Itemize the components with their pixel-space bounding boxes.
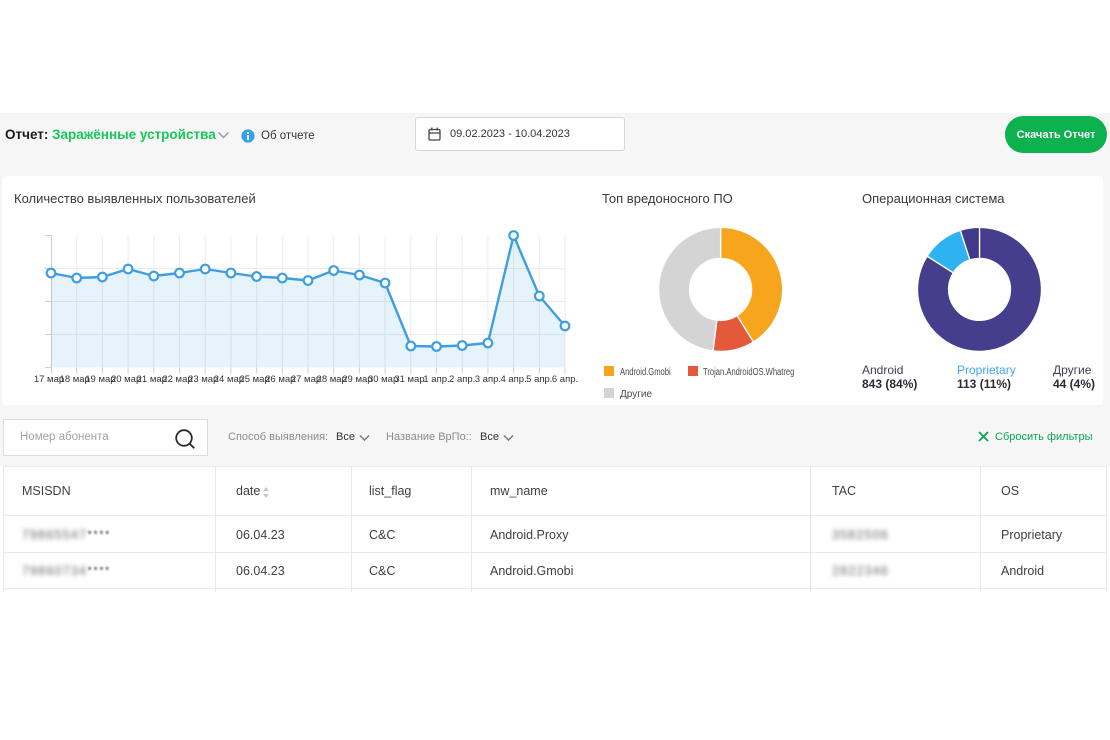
svg-text:3 апр.: 3 апр. <box>475 374 501 385</box>
svg-text:5 апр.: 5 апр. <box>526 374 552 385</box>
svg-text:31 мар.: 31 мар. <box>394 374 427 385</box>
svg-text:2 апр.: 2 апр. <box>449 374 475 385</box>
svg-text:6 апр.: 6 апр. <box>552 374 578 385</box>
svg-text:1 апр.: 1 апр. <box>423 374 449 385</box>
svg-text:4 апр.: 4 апр. <box>500 374 526 385</box>
